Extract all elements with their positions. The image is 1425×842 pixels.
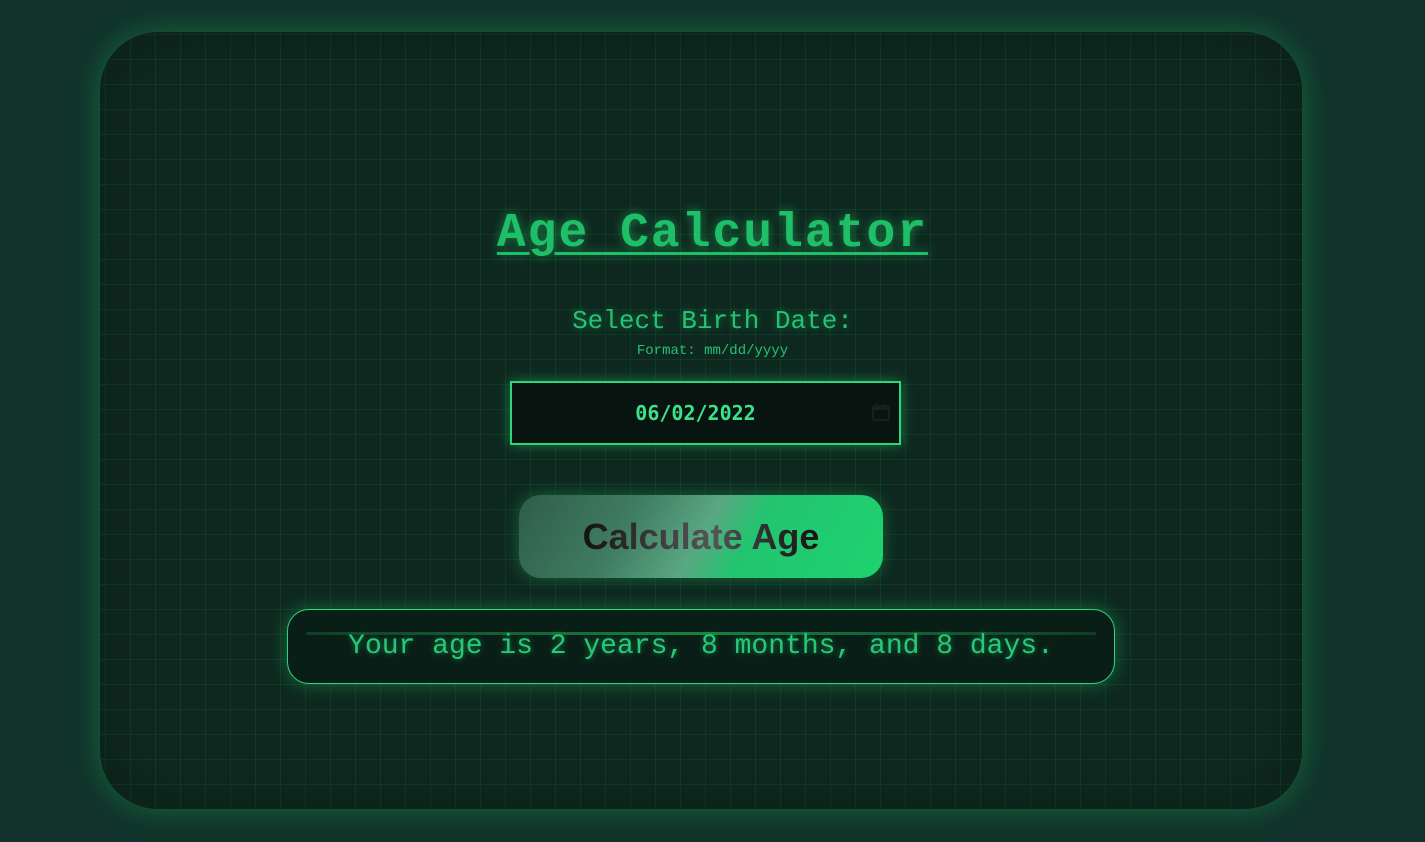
- calculate-age-label: Calculate Age: [582, 516, 820, 557]
- birth-date-input[interactable]: 06/02/2022: [510, 381, 901, 445]
- birth-date-value[interactable]: 06/02/2022: [512, 383, 899, 443]
- calculate-age-button[interactable]: Calculate Age: [519, 495, 883, 578]
- result-box: Your age is 2 years, 8 months, and 8 day…: [287, 609, 1115, 684]
- calendar-icon[interactable]: [872, 403, 890, 421]
- result-divider: [306, 632, 1096, 635]
- result-text: Your age is 2 years, 8 months, and 8 day…: [348, 631, 1054, 662]
- format-hint: Format: mm/dd/yyyy: [636, 343, 789, 359]
- page-title: Age Calculator: [496, 207, 929, 261]
- birth-date-label: Select Birth Date:: [572, 306, 853, 336]
